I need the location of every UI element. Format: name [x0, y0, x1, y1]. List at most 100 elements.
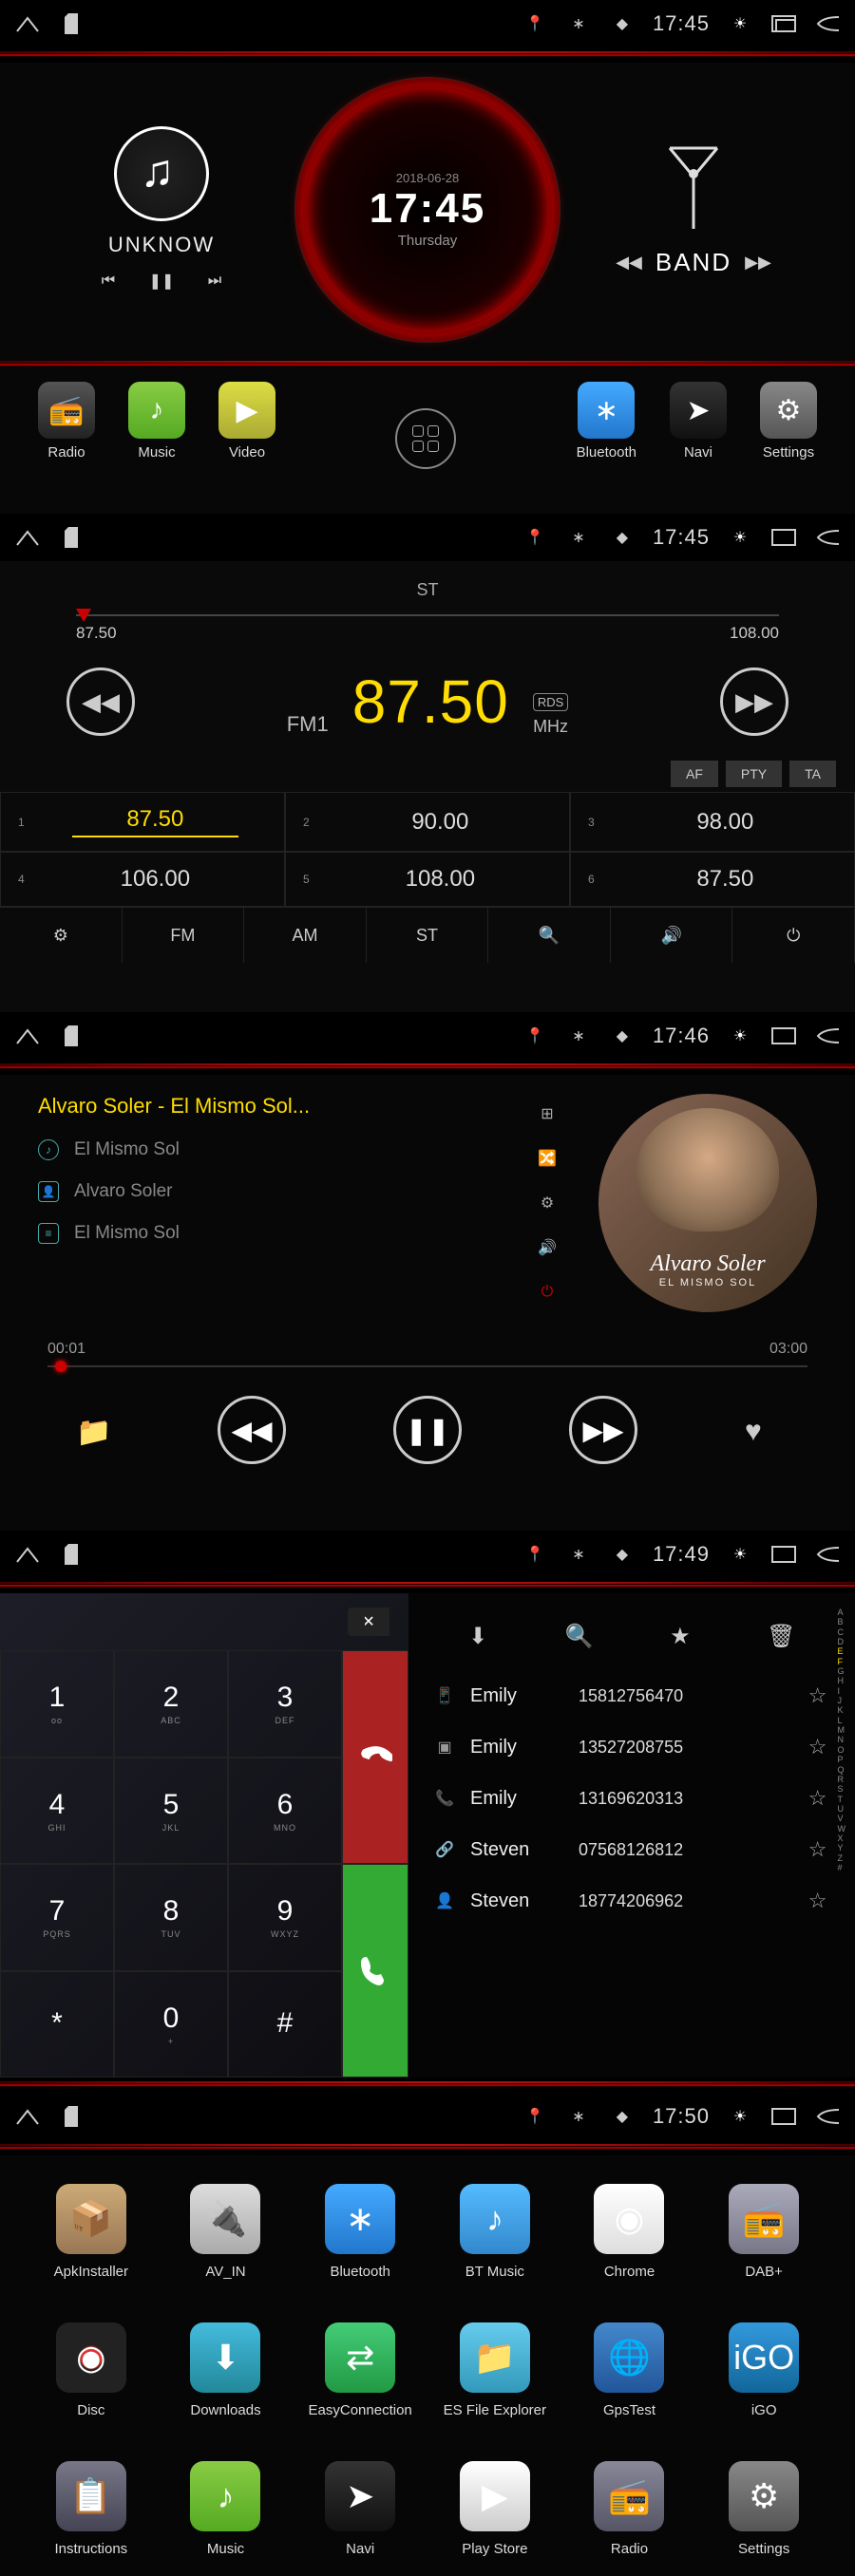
app-dab-[interactable]: 📻 DAB+: [711, 2184, 817, 2280]
dialkey-0[interactable]: 0 +: [114, 1971, 228, 2078]
home-icon[interactable]: [14, 13, 41, 34]
brightness-icon[interactable]: ☀: [727, 2106, 753, 2127]
am-button[interactable]: AM: [244, 908, 367, 963]
app-bluetooth[interactable]: ∗ Bluetooth: [307, 2184, 413, 2280]
slider-thumb[interactable]: [76, 609, 91, 622]
dialkey-9[interactable]: 9 WXYZ: [228, 1864, 342, 1971]
preset-3[interactable]: 3 98.00: [570, 792, 855, 852]
app-radio[interactable]: 📻 Radio: [577, 2461, 683, 2557]
alpha-L[interactable]: L: [838, 1716, 846, 1725]
dialkey-#[interactable]: #: [228, 1971, 342, 2078]
app-downloads[interactable]: ⬇ Downloads: [173, 2322, 279, 2418]
sdcard-icon[interactable]: [58, 1544, 85, 1565]
alpha-G[interactable]: G: [838, 1666, 846, 1676]
music-widget[interactable]: UNKNOW ⏮ ❚❚ ⏭: [28, 126, 294, 293]
dock-item-bluetooth[interactable]: ∗ Bluetooth: [577, 382, 636, 461]
home-icon[interactable]: [14, 527, 41, 548]
recent-apps-icon[interactable]: [770, 1025, 797, 1046]
preset-5[interactable]: 5 108.00: [285, 852, 570, 907]
contact-row[interactable]: 🔗 Steven 07568126812 ☆: [428, 1828, 832, 1871]
alpha-C[interactable]: C: [838, 1627, 846, 1637]
dialkey-*[interactable]: *: [0, 1971, 114, 2078]
back-icon[interactable]: [814, 1025, 841, 1046]
list-icon[interactable]: ⊞: [534, 1103, 560, 1124]
preset-1[interactable]: 1 87.50: [0, 792, 285, 852]
back-icon[interactable]: [814, 527, 841, 548]
alpha-S[interactable]: S: [838, 1784, 846, 1794]
brightness-icon[interactable]: ☀: [727, 1025, 753, 1046]
alpha-I[interactable]: I: [838, 1686, 846, 1696]
back-icon[interactable]: [814, 2106, 841, 2127]
favorite-icon[interactable]: ☆: [808, 1837, 827, 1862]
progress-thumb[interactable]: [55, 1361, 66, 1372]
recent-apps-icon[interactable]: [770, 2106, 797, 2127]
alpha-J[interactable]: J: [838, 1696, 846, 1705]
seek-down-button[interactable]: ◀◀: [66, 668, 135, 736]
preset-4[interactable]: 4 106.00: [0, 852, 285, 907]
favorite-icon[interactable]: ☆: [808, 1786, 827, 1811]
alpha-N[interactable]: N: [838, 1735, 846, 1744]
dock-item-video[interactable]: ▶ Video: [218, 382, 276, 461]
back-icon[interactable]: [814, 1544, 841, 1565]
power-button[interactable]: ⏻: [732, 908, 855, 963]
dock-item-radio[interactable]: 📻 Radio: [38, 382, 95, 461]
dialkey-1[interactable]: 1 ᴏᴏ: [0, 1650, 114, 1758]
hangup-button[interactable]: [342, 1650, 408, 1864]
sdcard-icon[interactable]: [58, 2106, 85, 2127]
app-drawer-button[interactable]: [395, 408, 456, 469]
alpha-#[interactable]: #: [838, 1863, 846, 1872]
shuffle-icon[interactable]: 🔀: [534, 1148, 560, 1169]
delete-button[interactable]: 🗑: [766, 1621, 796, 1651]
app-es-file-explorer[interactable]: 📁 ES File Explorer: [442, 2322, 548, 2418]
sdcard-icon[interactable]: [58, 527, 85, 548]
favorite-icon[interactable]: ☆: [808, 1889, 827, 1913]
dock-item-navi[interactable]: ➤ Navi: [670, 382, 727, 461]
app-navi[interactable]: ➤ Navi: [307, 2461, 413, 2557]
brightness-icon[interactable]: ☀: [727, 527, 753, 548]
preset-2[interactable]: 2 90.00: [285, 792, 570, 852]
band-next-button[interactable]: ▶▶: [745, 253, 771, 273]
band-widget[interactable]: ◀◀ BAND ▶▶: [560, 143, 826, 277]
dialkey-6[interactable]: 6 MNO: [228, 1758, 342, 1865]
alpha-B[interactable]: B: [838, 1617, 846, 1626]
alpha-U[interactable]: U: [838, 1804, 846, 1814]
app-instructions[interactable]: 📋 Instructions: [38, 2461, 144, 2557]
app-chrome[interactable]: ◉ Chrome: [577, 2184, 683, 2280]
alpha-Z[interactable]: Z: [838, 1853, 846, 1863]
sdcard-icon[interactable]: [58, 1025, 85, 1046]
eq-icon[interactable]: ⚙: [534, 1193, 560, 1213]
brightness-icon[interactable]: ☀: [727, 13, 753, 34]
folder-button[interactable]: 📁: [76, 1416, 110, 1444]
app-disc[interactable]: ◉ Disc: [38, 2322, 144, 2418]
contact-row[interactable]: 📱 Emily 15812756470 ☆: [428, 1674, 832, 1718]
alpha-Q[interactable]: Q: [838, 1765, 846, 1775]
tag-pty[interactable]: PTY: [726, 761, 782, 787]
alpha-P[interactable]: P: [838, 1755, 846, 1764]
app-play-store[interactable]: ▶ Play Store: [442, 2461, 548, 2557]
alpha-O[interactable]: O: [838, 1745, 846, 1755]
dialkey-3[interactable]: 3 DEF: [228, 1650, 342, 1758]
next-button[interactable]: ⏭: [202, 269, 227, 293]
fm-button[interactable]: FM: [123, 908, 245, 963]
home-icon[interactable]: [14, 2106, 41, 2127]
favorite-icon[interactable]: ☆: [808, 1735, 827, 1759]
alpha-A[interactable]: A: [838, 1608, 846, 1617]
power-icon[interactable]: ⏻: [534, 1282, 560, 1303]
app-settings[interactable]: ⚙ Settings: [711, 2461, 817, 2557]
dialkey-5[interactable]: 5 JKL: [114, 1758, 228, 1865]
dialkey-4[interactable]: 4 GHI: [0, 1758, 114, 1865]
call-button[interactable]: [342, 1864, 408, 2078]
tag-af[interactable]: AF: [671, 761, 718, 787]
brightness-icon[interactable]: ☀: [727, 1544, 753, 1565]
alpha-index[interactable]: ABCDEFGHIJKLMNOPQRSTUVWXYZ#: [838, 1608, 846, 2063]
recent-apps-icon[interactable]: [770, 13, 797, 34]
frequency-slider[interactable]: ST 87.50108.00: [0, 561, 855, 648]
alpha-M[interactable]: M: [838, 1725, 846, 1735]
dock-item-music[interactable]: ♪ Music: [128, 382, 185, 461]
app-music[interactable]: ♪ Music: [173, 2461, 279, 2557]
alpha-F[interactable]: F: [838, 1657, 846, 1666]
alpha-X[interactable]: X: [838, 1833, 846, 1843]
app-gpstest[interactable]: 🌐 GpsTest: [577, 2322, 683, 2418]
contact-row[interactable]: 📞 Emily 13169620313 ☆: [428, 1777, 832, 1820]
contact-row[interactable]: ▣ Emily 13527208755 ☆: [428, 1725, 832, 1769]
